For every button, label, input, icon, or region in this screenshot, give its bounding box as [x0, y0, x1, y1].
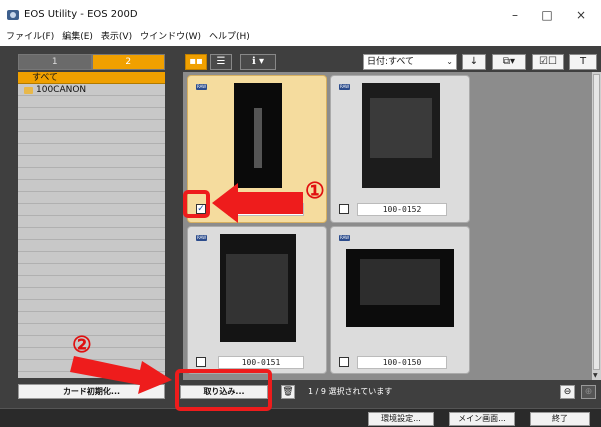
grid-icon: ▪▪ [189, 56, 203, 67]
window-title: EOS Utility - EOS 200D [24, 9, 138, 20]
list-view-button[interactable]: ☰ [210, 54, 232, 70]
photo-preview [234, 83, 282, 188]
sort-icon: ↓ [469, 56, 479, 67]
eos-utility-icon [7, 10, 19, 20]
import-highlight-box [175, 369, 272, 411]
step-2-marker: ② [72, 332, 92, 358]
raw-badge-icon: RAW [196, 84, 207, 90]
raw-badge-icon: RAW [339, 84, 350, 90]
checkbox-highlight-box [183, 190, 210, 218]
raw-badge-icon: RAW [196, 235, 207, 241]
selection-status: 1 / 9 選択されています [308, 387, 393, 396]
zoom-out-button[interactable]: ⊖ [560, 385, 575, 399]
title-bar: EOS Utility - EOS 200D – □ × [0, 0, 601, 30]
tab-1[interactable]: 1 [18, 54, 92, 70]
date-filter-select[interactable]: 日付:すべて ⌄ [363, 54, 457, 70]
checkbox-toggle-icon: ☑☐ [539, 56, 557, 67]
zoom-in-icon: ⊕ [584, 387, 593, 397]
thumbnail-cell[interactable]: RAW 100-0150 [330, 226, 470, 374]
card-tabs: 1 2 [18, 54, 165, 70]
step-1-marker: ① [305, 178, 325, 204]
thumbnail-filename: 100-0151 [218, 356, 304, 369]
thumbnail-filename: 100-0153 [228, 203, 304, 216]
info-icon: ℹ [251, 56, 256, 67]
menu-window[interactable]: ウインドウ(W) [140, 30, 201, 44]
trash-icon: 🗑 [282, 387, 294, 397]
chevron-down-icon: ⌄ [446, 57, 453, 66]
tree-item-100canon[interactable]: 100CANON [18, 84, 165, 96]
menu-bar: ファイル(F) 編集(E) 表示(V) ウインドウ(W) ヘルプ(H) [0, 30, 601, 44]
info-view-button[interactable]: ℹ ▾ [240, 54, 276, 70]
filter-button[interactable]: T [569, 54, 597, 70]
preferences-button[interactable]: 環境設定... [368, 412, 434, 426]
menu-file[interactable]: ファイル(F) [6, 30, 54, 44]
photo-preview [346, 249, 454, 327]
thumbnail-cell[interactable]: RAW 100-0152 [330, 75, 470, 223]
zoom-in-button[interactable]: ⊕ [581, 385, 596, 399]
grid-view-button[interactable]: ▪▪ [185, 54, 207, 70]
grid-scrollbar[interactable]: ▼ [592, 72, 601, 380]
thumbnail-checkbox[interactable] [196, 357, 206, 367]
rotate-button[interactable]: ⧉▾ [492, 54, 526, 70]
sort-button[interactable]: ↓ [462, 54, 486, 70]
tab-2[interactable]: 2 [91, 54, 165, 70]
main-window-button[interactable]: メイン画面... [449, 412, 515, 426]
filter-icon: T [579, 56, 587, 67]
delete-button[interactable]: 🗑 [281, 385, 295, 399]
thumbnail-cell[interactable]: RAW 100-0151 [187, 226, 327, 374]
minimize-button[interactable]: – [500, 6, 530, 24]
rotate-icon: ⧉▾ [502, 56, 516, 67]
scroll-down-icon[interactable]: ▼ [593, 372, 598, 379]
thumbnail-filename: 100-0150 [357, 356, 447, 369]
thumbnail-checkbox[interactable] [339, 357, 349, 367]
photo-preview [362, 83, 440, 188]
thumbnail-filename: 100-0152 [357, 203, 447, 216]
select-toggle-button[interactable]: ☑☐ [532, 54, 564, 70]
maximize-button[interactable]: □ [532, 6, 562, 24]
menu-edit[interactable]: 編集(E) [62, 30, 93, 44]
card-initialize-button[interactable]: カード初期化... [18, 384, 165, 399]
date-filter-value: 日付:すべて [367, 57, 415, 67]
close-button[interactable]: × [566, 6, 596, 24]
tree-item-all[interactable]: すべて [18, 72, 165, 84]
list-icon: ☰ [216, 56, 226, 67]
thumbnail-grid: RAW ✓ 100-0153 RAW 100-0152 RAW 100-0151 [183, 72, 593, 380]
footer-bar: 環境設定... メイン画面... 終了 [0, 408, 601, 427]
thumbnail-checkbox[interactable] [339, 204, 349, 214]
folder-icon [24, 86, 33, 94]
photo-preview [220, 234, 296, 342]
folder-label: 100CANON [36, 85, 87, 95]
app-body: 1 2 すべて 100CANON カード初期化... ▪▪ ☰ ℹ ▾ 日付:す… [0, 46, 601, 427]
menu-view[interactable]: 表示(V) [101, 30, 132, 44]
menu-help[interactable]: ヘルプ(H) [209, 30, 250, 44]
quit-button[interactable]: 終了 [530, 412, 590, 426]
zoom-out-icon: ⊖ [563, 387, 572, 397]
scrollbar-thumb[interactable] [593, 74, 600, 370]
raw-badge-icon: RAW [339, 235, 350, 241]
